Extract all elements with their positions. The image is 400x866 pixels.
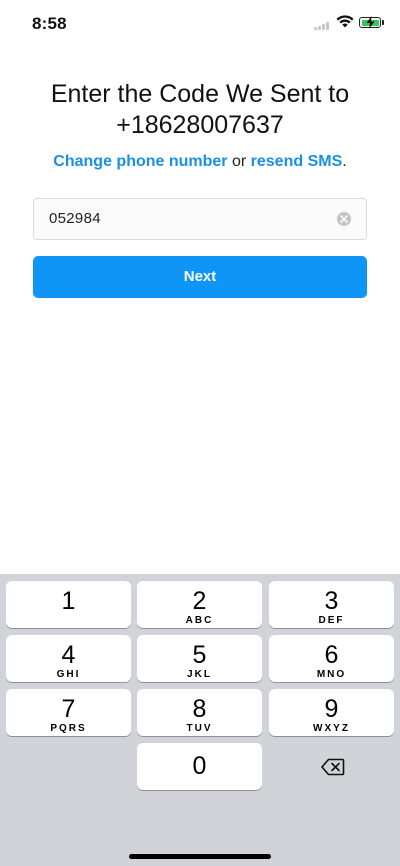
key-letters: WXYZ	[313, 723, 350, 734]
key-8[interactable]: 8 TUV	[137, 689, 262, 736]
subtitle-period: .	[342, 153, 347, 170]
key-0[interactable]: 0	[137, 743, 262, 790]
key-letters: GHI	[56, 669, 81, 680]
key-letters: JKL	[187, 669, 212, 680]
title-phone-number: +18628007637	[116, 111, 284, 139]
backspace-icon	[321, 758, 345, 776]
key-letters: MNO	[316, 669, 347, 680]
status-bar: 8:58	[0, 0, 400, 44]
status-time: 8:58	[32, 14, 67, 33]
code-input-value: 052984	[49, 210, 101, 227]
key-digit: 3	[324, 587, 339, 615]
key-digit: 2	[192, 587, 207, 615]
key-digit: 1	[61, 587, 76, 615]
key-1[interactable]: 1	[6, 581, 131, 628]
key-digit: 4	[61, 641, 76, 669]
key-letters: ABC	[185, 615, 214, 626]
code-input[interactable]: 052984	[33, 198, 367, 240]
numeric-keypad: 1 2 ABC 3 DEF 4 GHI 5 JKL 6 MNO 7 PQRS 8…	[0, 574, 400, 866]
subtitle: Change phone number or resend SMS.	[0, 152, 400, 172]
title-line-1: Enter the Code We Sent to	[50, 80, 350, 108]
key-7[interactable]: 7 PQRS	[6, 689, 131, 736]
key-letters: TUV	[186, 723, 213, 734]
key-letters: DEF	[318, 615, 345, 626]
charging-bolt-icon	[366, 16, 375, 29]
key-4[interactable]: 4 GHI	[6, 635, 131, 682]
subtitle-connector: or	[227, 153, 251, 170]
key-2[interactable]: 2 ABC	[137, 581, 262, 628]
key-digit: 9	[324, 695, 339, 723]
page-title: Enter the Code We Sent to +18628007637	[0, 79, 400, 141]
key-6[interactable]: 6 MNO	[269, 635, 394, 682]
next-button[interactable]: Next	[33, 256, 367, 298]
key-9[interactable]: 9 WXYZ	[269, 689, 394, 736]
key-digit: 0	[192, 752, 207, 780]
home-indicator[interactable]	[129, 854, 271, 859]
cellular-signal-icon	[314, 22, 332, 30]
key-digit: 5	[192, 641, 207, 669]
key-letters: PQRS	[50, 723, 87, 734]
backspace-key[interactable]	[270, 744, 395, 791]
clear-circle-icon[interactable]	[337, 212, 351, 226]
resend-sms-link[interactable]: resend SMS	[251, 153, 343, 170]
change-phone-number-link[interactable]: Change phone number	[53, 153, 227, 170]
wifi-icon	[336, 15, 354, 28]
key-digit: 6	[324, 641, 339, 669]
key-5[interactable]: 5 JKL	[137, 635, 262, 682]
key-digit: 7	[61, 695, 76, 723]
battery-cap	[382, 20, 384, 25]
key-digit: 8	[192, 695, 207, 723]
key-3[interactable]: 3 DEF	[269, 581, 394, 628]
